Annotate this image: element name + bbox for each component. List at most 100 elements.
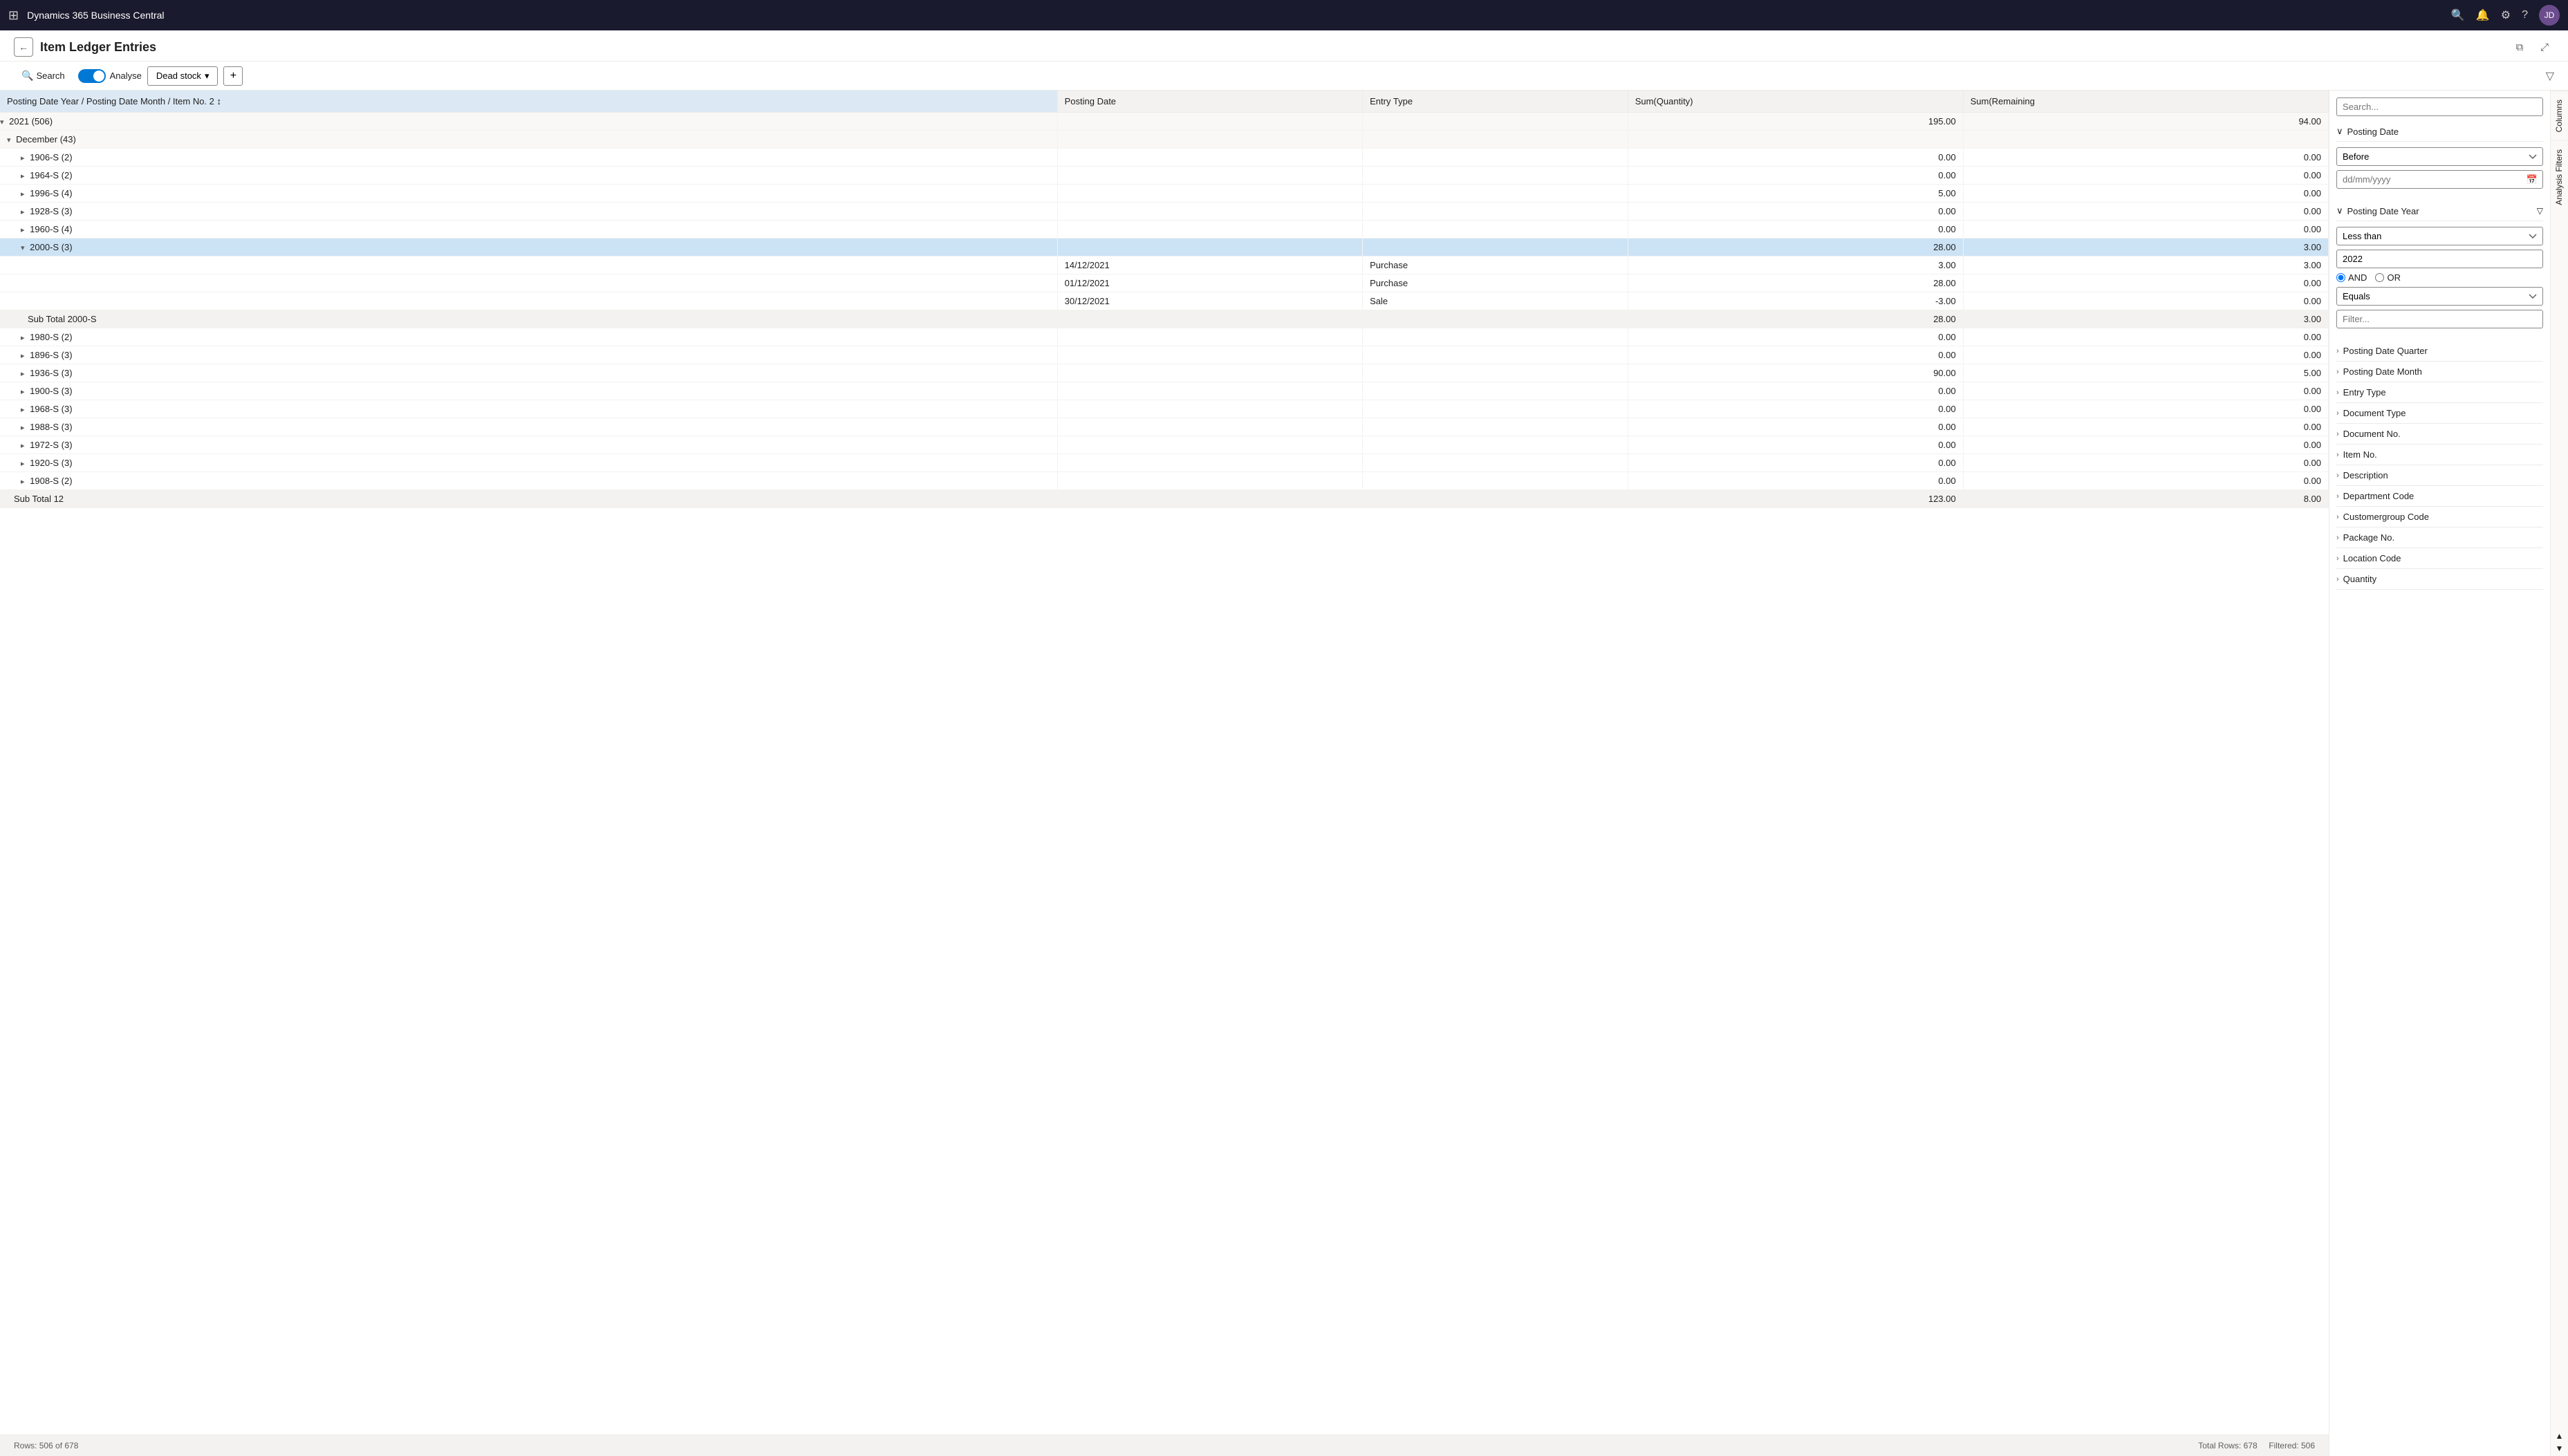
row-chevron[interactable]: ▸ [21,333,25,342]
filter-posting_date_quarter[interactable]: › Posting Date Quarter [2336,341,2543,362]
deadstock-button[interactable]: Dead stock ▾ [147,66,218,86]
filter-customergroup_code[interactable]: › Customergroup Code [2336,507,2543,528]
table-row[interactable]: ▸ 1928-S (3) 0.00 0.00 [0,203,2329,221]
row-entry-type [1363,149,1628,167]
grid-icon[interactable]: ⊞ [8,8,19,23]
row-chevron[interactable]: ▸ [21,459,25,468]
group-label-cell: ▸ 1968-S (3) [0,400,1057,418]
and-radio[interactable] [2336,273,2345,282]
table-row[interactable]: 01/12/2021 Purchase 28.00 0.00 [0,274,2329,292]
col-posting-date[interactable]: Posting Date [1057,91,1363,113]
col-sum-qty[interactable]: Sum(Quantity) [1628,91,1963,113]
table-row[interactable]: ▾ 2021 (506) 195.00 94.00 [0,113,2329,131]
table-row[interactable]: ▸ 1936-S (3) 90.00 5.00 [0,364,2329,382]
row-posting-date [1057,346,1363,364]
analysis-filters-tab[interactable]: Analysis Filters [2551,140,2568,214]
row-chevron[interactable]: ▸ [21,477,25,486]
row-chevron[interactable]: ▾ [21,243,25,252]
posting-date-year-chevron: ∨ [2336,205,2343,216]
posting-date-input[interactable] [2336,170,2543,189]
table-row[interactable]: Sub Total 12 123.00 8.00 [0,490,2329,508]
help-icon[interactable]: ? [2522,9,2528,21]
table-row[interactable]: 14/12/2021 Purchase 3.00 3.00 [0,256,2329,274]
table-row[interactable]: ▸ 1988-S (3) 0.00 0.00 [0,418,2329,436]
col-entry-type[interactable]: Entry Type [1363,91,1628,113]
row-chevron[interactable]: ▸ [21,423,25,432]
columns-tab[interactable]: Columns [2551,91,2568,140]
table-scroll[interactable]: Posting Date Year / Posting Date Month /… [0,91,2329,1435]
row-chevron[interactable]: ▾ [0,118,4,127]
subtotal-posting-date [1057,490,1363,508]
collapsed-chevron: › [2336,451,2339,459]
posting-date-year-header[interactable]: ∨ Posting Date Year ▽ [2336,201,2543,221]
search-button[interactable]: 🔍 Search [14,66,73,86]
table-row[interactable]: ▸ 1960-S (4) 0.00 0.00 [0,221,2329,239]
row-chevron[interactable]: ▸ [21,171,25,180]
back-button[interactable]: ← [14,37,33,57]
calendar-icon[interactable]: 📅 [2527,174,2538,185]
row-chevron[interactable]: ▾ [7,136,11,144]
filter-quantity[interactable]: › Quantity [2336,569,2543,590]
collapsed-section-label: Location Code [2343,553,2401,563]
posting-date-year-condition-select[interactable]: Less than Greater than Equals [2336,227,2543,245]
table-row[interactable]: ▸ 1972-S (3) 0.00 0.00 [0,436,2329,454]
table-row[interactable]: Sub Total 2000-S 28.00 3.00 [0,310,2329,328]
table-row[interactable]: ▸ 1996-S (4) 5.00 0.00 [0,185,2329,203]
table-row[interactable]: ▸ 1896-S (3) 0.00 0.00 [0,346,2329,364]
row-chevron[interactable]: ▸ [21,369,25,378]
or-radio-label[interactable]: OR [2375,272,2401,283]
row-posting-date [1057,113,1363,131]
col-item[interactable]: Posting Date Year / Posting Date Month /… [0,91,1057,113]
row-chevron[interactable]: ▸ [21,387,25,396]
posting-date-header[interactable]: ∨ Posting Date [2336,122,2543,142]
table-row[interactable]: ▸ 1964-S (2) 0.00 0.00 [0,167,2329,185]
filter-search-input[interactable] [2336,97,2543,116]
filter-button[interactable]: ▽ [2546,69,2554,83]
row-chevron[interactable]: ▸ [21,441,25,450]
filter-item_no[interactable]: › Item No. [2336,445,2543,465]
table-row[interactable]: ▸ 1980-S (2) 0.00 0.00 [0,328,2329,346]
table-row[interactable]: ▸ 1968-S (3) 0.00 0.00 [0,400,2329,418]
scroll-down[interactable]: ▼ [2556,1444,2564,1453]
table-row[interactable]: ▸ 1908-S (2) 0.00 0.00 [0,472,2329,490]
row-chevron[interactable]: ▸ [21,405,25,414]
filter-entry_type[interactable]: › Entry Type [2336,382,2543,403]
row-sum-qty: 0.00 [1628,454,1963,472]
filter-panel: ∨ Posting Date Before After Equals [2329,91,2550,1456]
row-chevron[interactable]: ▸ [21,153,25,162]
row-chevron[interactable]: ▸ [21,225,25,234]
settings-icon[interactable]: ⚙ [2501,8,2511,22]
bell-icon[interactable]: 🔔 [2476,8,2490,22]
filter-department_code[interactable]: › Department Code [2336,486,2543,507]
row-chevron[interactable]: ▸ [21,351,25,360]
filter-document_type[interactable]: › Document Type [2336,403,2543,424]
posting-date-year-second-condition[interactable]: Equals Less than [2336,287,2543,306]
table-row[interactable]: ▸ 1906-S (2) 0.00 0.00 [0,149,2329,167]
posting-date-year-value-input[interactable] [2336,250,2543,268]
or-radio[interactable] [2375,273,2384,282]
open-new-icon[interactable]: ⧉ [2510,37,2529,57]
analyse-toggle[interactable] [78,69,106,83]
table-row[interactable]: 30/12/2021 Sale -3.00 0.00 [0,292,2329,310]
col-sum-remaining[interactable]: Sum(Remaining [1963,91,2328,113]
row-chevron[interactable]: ▸ [21,189,25,198]
scroll-up[interactable]: ▲ [2556,1431,2564,1441]
filter-package_no[interactable]: › Package No. [2336,528,2543,548]
posting-date-year-filter-input[interactable] [2336,310,2543,328]
filter-location_code[interactable]: › Location Code [2336,548,2543,569]
posting-date-condition-select[interactable]: Before After Equals [2336,147,2543,166]
collapse-icon[interactable]: ⤢ [2535,37,2554,57]
filter-document_no[interactable]: › Document No. [2336,424,2543,445]
table-row[interactable]: ▸ 1900-S (3) 0.00 0.00 [0,382,2329,400]
avatar[interactable]: JD [2539,5,2560,26]
search-icon[interactable]: 🔍 [2451,8,2465,22]
row-chevron[interactable]: ▸ [21,207,25,216]
filter-description[interactable]: › Description [2336,465,2543,486]
filter-posting_date_month[interactable]: › Posting Date Month [2336,362,2543,382]
table-row[interactable]: ▾ 2000-S (3) 28.00 3.00 [0,239,2329,256]
and-radio-label[interactable]: AND [2336,272,2367,283]
add-button[interactable]: + [223,66,243,86]
row-sum-qty: 0.00 [1628,203,1963,221]
table-row[interactable]: ▸ 1920-S (3) 0.00 0.00 [0,454,2329,472]
table-row[interactable]: ▾ December (43) [0,131,2329,149]
